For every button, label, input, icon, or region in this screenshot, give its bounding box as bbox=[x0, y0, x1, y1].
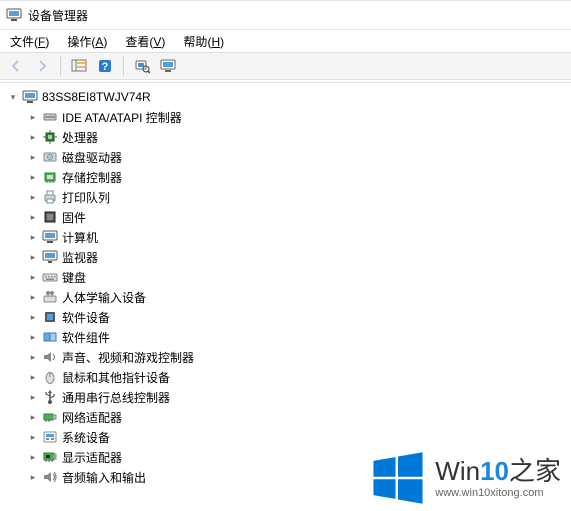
menu-action[interactable]: 操作(A) bbox=[61, 31, 113, 52]
expand-toggle[interactable]: ▸ bbox=[26, 190, 40, 204]
tree-category-node[interactable]: ▸ 软件设备 bbox=[26, 307, 571, 327]
monitor-class-icon bbox=[42, 249, 58, 265]
expand-toggle[interactable]: ▸ bbox=[26, 430, 40, 444]
svg-text:?: ? bbox=[102, 61, 109, 73]
tree-category-node[interactable]: ▸ 音频输入和输出 bbox=[26, 467, 571, 487]
usb-icon bbox=[42, 389, 58, 405]
tree-category-label: 键盘 bbox=[62, 269, 86, 286]
tree-category-node[interactable]: ▸ 处理器 bbox=[26, 127, 571, 147]
tree-category-node[interactable]: ▸ 通用串行总线控制器 bbox=[26, 387, 571, 407]
menu-file[interactable]: 文件(F) bbox=[4, 31, 55, 52]
tree-category-label: 系统设备 bbox=[62, 429, 110, 446]
expand-toggle[interactable]: ▾ bbox=[6, 90, 20, 104]
app-icon bbox=[6, 7, 22, 23]
toolbar-separator bbox=[60, 56, 61, 76]
tree-category-label: 人体学输入设备 bbox=[62, 289, 146, 306]
window-title: 设备管理器 bbox=[28, 7, 88, 24]
tree-category-node[interactable]: ▸ 固件 bbox=[26, 207, 571, 227]
expand-toggle[interactable]: ▸ bbox=[26, 150, 40, 164]
system-device-icon bbox=[42, 429, 58, 445]
tree-category-label: 计算机 bbox=[62, 229, 98, 246]
mouse-icon bbox=[42, 369, 58, 385]
expand-toggle[interactable]: ▸ bbox=[26, 210, 40, 224]
tree-category-node[interactable]: ▸ IDE ATA/ATAPI 控制器 bbox=[26, 107, 571, 127]
tree-category-label: 软件设备 bbox=[62, 309, 110, 326]
disk-drive-icon bbox=[42, 149, 58, 165]
expand-toggle[interactable]: ▸ bbox=[26, 270, 40, 284]
audio-icon bbox=[42, 349, 58, 365]
expand-toggle[interactable]: ▸ bbox=[26, 470, 40, 484]
tree-category-label: 打印队列 bbox=[62, 189, 110, 206]
tree-category-label: 通用串行总线控制器 bbox=[62, 389, 170, 406]
tree-category-label: 鼠标和其他指针设备 bbox=[62, 369, 170, 386]
tree-category-label: 网络适配器 bbox=[62, 409, 122, 426]
tree-category-label: 磁盘驱动器 bbox=[62, 149, 122, 166]
keyboard-icon bbox=[42, 269, 58, 285]
tree-category-label: 监视器 bbox=[62, 249, 98, 266]
menu-view[interactable]: 查看(V) bbox=[119, 31, 171, 52]
tree-category-node[interactable]: ▸ 人体学输入设备 bbox=[26, 287, 571, 307]
tree-category-node[interactable]: ▸ 网络适配器 bbox=[26, 407, 571, 427]
tree-category-node[interactable]: ▸ 键盘 bbox=[26, 267, 571, 287]
audio-io-icon bbox=[42, 469, 58, 485]
tree-category-label: 显示适配器 bbox=[62, 449, 122, 466]
tree-category-label: 处理器 bbox=[62, 129, 98, 146]
tree-category-label: 软件组件 bbox=[62, 329, 110, 346]
expand-toggle[interactable]: ▸ bbox=[26, 350, 40, 364]
back-button[interactable] bbox=[4, 54, 28, 78]
expand-toggle[interactable]: ▸ bbox=[26, 110, 40, 124]
menu-bar: 文件(F) 操作(A) 查看(V) 帮助(H) bbox=[0, 30, 571, 52]
expand-toggle[interactable]: ▸ bbox=[26, 250, 40, 264]
tree-category-node[interactable]: ▸ 打印队列 bbox=[26, 187, 571, 207]
tree-category-node[interactable]: ▸ 鼠标和其他指针设备 bbox=[26, 367, 571, 387]
expand-toggle[interactable]: ▸ bbox=[26, 410, 40, 424]
display-adapter-icon bbox=[42, 449, 58, 465]
tree-root-node[interactable]: ▾ 83SS8EI8TWJV74R bbox=[6, 87, 571, 107]
expand-toggle[interactable]: ▸ bbox=[26, 310, 40, 324]
tree-category-node[interactable]: ▸ 监视器 bbox=[26, 247, 571, 267]
expand-toggle[interactable]: ▸ bbox=[26, 170, 40, 184]
tree-category-label: 声音、视频和游戏控制器 bbox=[62, 349, 194, 366]
expand-toggle[interactable]: ▸ bbox=[26, 230, 40, 244]
network-adapter-icon bbox=[42, 409, 58, 425]
tree-category-label: 音频输入和输出 bbox=[62, 469, 146, 486]
tree-category-node[interactable]: ▸ 磁盘驱动器 bbox=[26, 147, 571, 167]
show-hidden-button[interactable] bbox=[67, 54, 91, 78]
tree-area[interactable]: ▾ 83SS8EI8TWJV74R ▸ IDE ATA/ATAPI 控制器 ▸ 处理器… bbox=[0, 82, 571, 511]
scan-hardware-button[interactable] bbox=[130, 54, 154, 78]
forward-button[interactable] bbox=[30, 54, 54, 78]
firmware-icon bbox=[42, 209, 58, 225]
tree-category-node[interactable]: ▸ 软件组件 bbox=[26, 327, 571, 347]
tree-root-label: 83SS8EI8TWJV74R bbox=[42, 90, 151, 104]
expand-toggle[interactable]: ▸ bbox=[26, 330, 40, 344]
expand-toggle[interactable]: ▸ bbox=[26, 450, 40, 464]
cpu-icon bbox=[42, 129, 58, 145]
devices-monitor-button[interactable] bbox=[156, 54, 180, 78]
ide-controller-icon bbox=[42, 109, 58, 125]
storage-controller-icon bbox=[42, 169, 58, 185]
toolbar: ? bbox=[0, 52, 571, 80]
print-queue-icon bbox=[42, 189, 58, 205]
tree-category-label: IDE ATA/ATAPI 控制器 bbox=[62, 109, 182, 126]
tree-category-node[interactable]: ▸ 存储控制器 bbox=[26, 167, 571, 187]
tree-category-label: 存储控制器 bbox=[62, 169, 122, 186]
hid-icon bbox=[42, 289, 58, 305]
title-bar: 设备管理器 bbox=[0, 0, 571, 30]
expand-toggle[interactable]: ▸ bbox=[26, 390, 40, 404]
tree-category-label: 固件 bbox=[62, 209, 86, 226]
help-button[interactable]: ? bbox=[93, 54, 117, 78]
tree-category-node[interactable]: ▸ 计算机 bbox=[26, 227, 571, 247]
tree-category-node[interactable]: ▸ 系统设备 bbox=[26, 427, 571, 447]
software-device-icon bbox=[42, 309, 58, 325]
expand-toggle[interactable]: ▸ bbox=[26, 370, 40, 384]
tree-category-node[interactable]: ▸ 显示适配器 bbox=[26, 447, 571, 467]
toolbar-separator bbox=[123, 56, 124, 76]
expand-toggle[interactable]: ▸ bbox=[26, 290, 40, 304]
computer-class-icon bbox=[42, 229, 58, 245]
computer-icon bbox=[22, 89, 38, 105]
expand-toggle[interactable]: ▸ bbox=[26, 130, 40, 144]
software-component-icon bbox=[42, 329, 58, 345]
menu-help[interactable]: 帮助(H) bbox=[177, 31, 230, 52]
tree-category-node[interactable]: ▸ 声音、视频和游戏控制器 bbox=[26, 347, 571, 367]
